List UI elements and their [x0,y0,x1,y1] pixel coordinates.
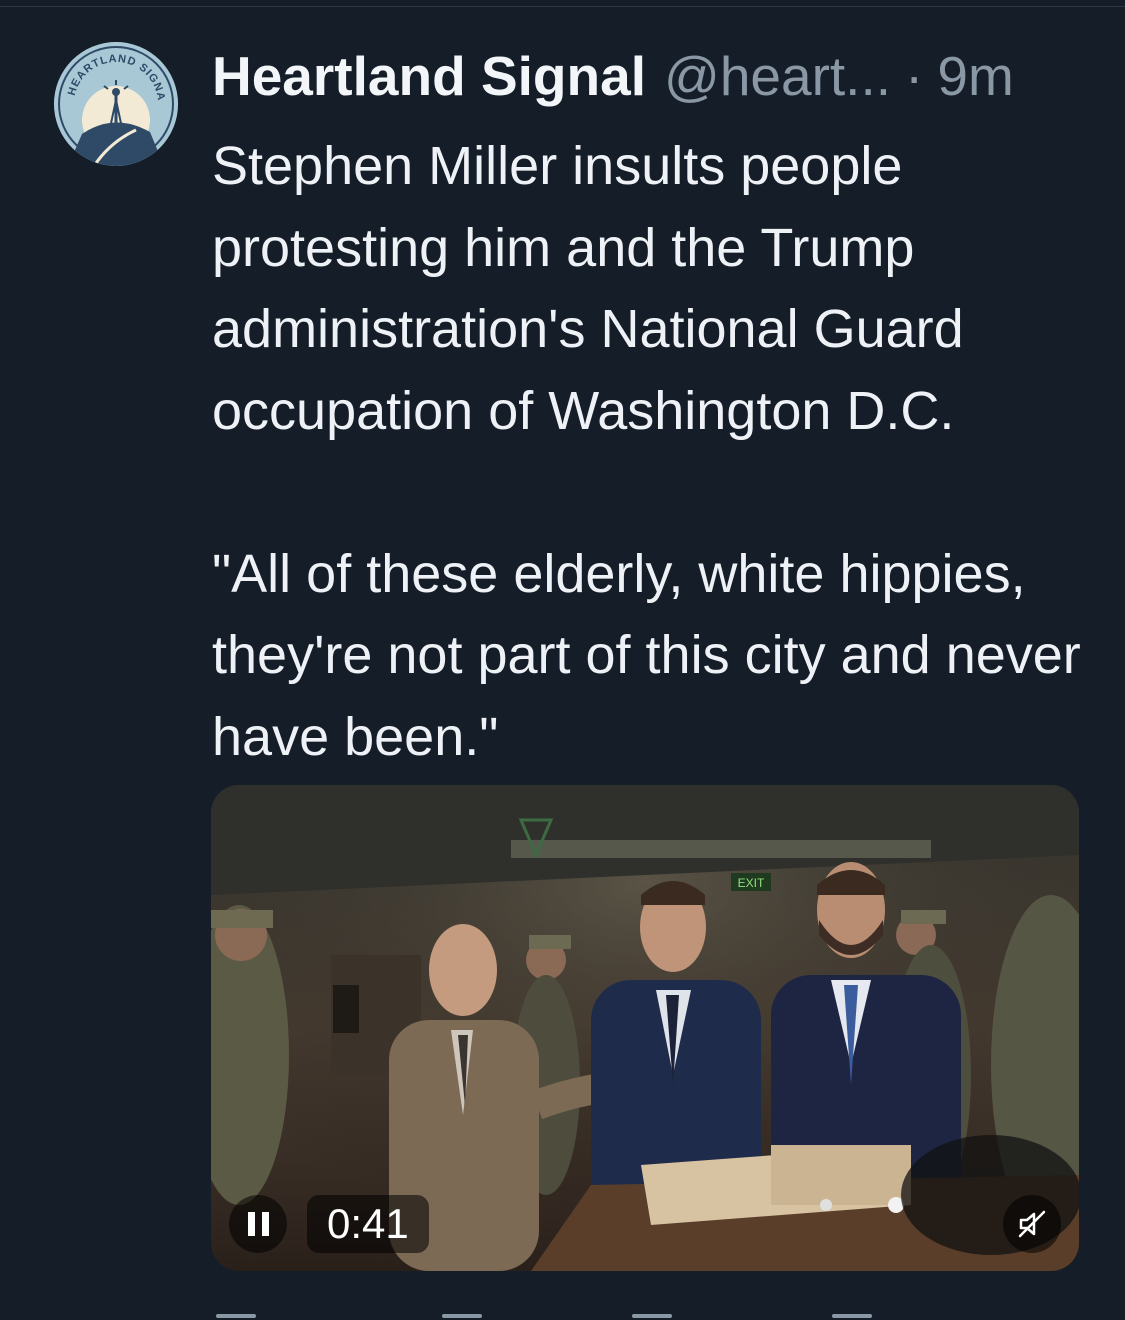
like-icon[interactable] [632,1314,672,1318]
heartland-signal-logo: HEARTLAND SIGNAL [54,42,178,166]
pause-icon [247,1212,269,1236]
avatar[interactable]: HEARTLAND SIGNAL [54,42,178,166]
separator-dot: · [905,45,924,107]
tweet-text: Stephen Miller insults people protesting… [212,136,1081,767]
mute-button[interactable] [1003,1195,1061,1253]
pause-button[interactable] [229,1195,287,1253]
tweet-action-bar [212,1306,1072,1320]
retweet-icon[interactable] [442,1314,482,1318]
user-handle[interactable]: @heart... [664,40,891,112]
reply-icon[interactable] [216,1314,256,1318]
tweet-header: Heartland Signal @heart... · 9m [212,40,1014,112]
display-name[interactable]: Heartland Signal [212,40,646,112]
svg-text:EXIT: EXIT [738,876,765,890]
views-icon[interactable] [832,1314,872,1318]
video-player[interactable]: EXIT 0:41 [211,785,1079,1271]
muted-speaker-icon [1018,1210,1046,1238]
top-divider [0,6,1125,7]
video-duration: 0:41 [307,1195,429,1253]
timestamp[interactable]: 9m [937,40,1013,112]
